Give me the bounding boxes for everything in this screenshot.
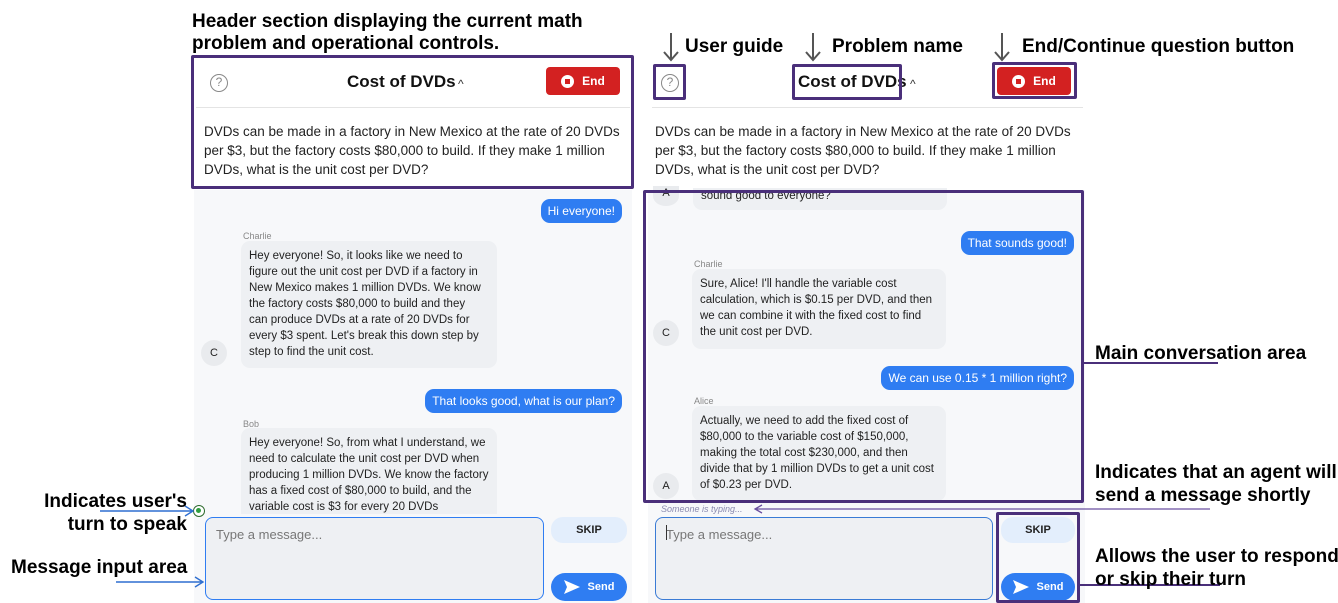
help-icon-highlight xyxy=(653,64,686,100)
annotation-users-turn: Indicates user's xyxy=(44,491,187,512)
message-line: has a fixed cost of $80,000 to build, an… xyxy=(249,485,472,497)
annotation-end-continue: End/Continue question button xyxy=(1022,36,1295,57)
header-section-highlight xyxy=(191,55,634,189)
message-line: Hey everyone! So, from what I understand… xyxy=(249,437,486,449)
annotation-agent-will-send: Indicates that an agent will xyxy=(1095,462,1337,483)
text-cursor xyxy=(666,525,667,540)
conversation-area-highlight xyxy=(643,190,1084,503)
annotation-header-section: problem and operational controls. xyxy=(192,33,500,54)
annotation-message-input: Message input area xyxy=(11,557,188,578)
arrow-down-icon xyxy=(994,33,1010,62)
message-line: figure out the unit cost per DVD if a fa… xyxy=(249,266,478,278)
problem-name-highlight xyxy=(792,64,902,100)
annotation-problem-name: Problem name xyxy=(832,36,963,57)
annotation-main-conversation: Main conversation area xyxy=(1095,343,1307,364)
message-line: step to find the unit cost. xyxy=(249,346,374,358)
send-button-label: Send xyxy=(587,581,615,593)
message-line: producing 1 million DVDs. We know the fa… xyxy=(249,469,489,481)
send-icon xyxy=(563,580,580,594)
chevron-up-icon[interactable]: ^ xyxy=(910,77,916,91)
message-line: the factory costs $80,000 to build and t… xyxy=(249,298,466,310)
avatar: C xyxy=(201,340,227,366)
annotation-agent-will-send: send a message shortly xyxy=(1095,485,1311,506)
header-divider xyxy=(652,107,1083,108)
arrow-down-icon xyxy=(663,33,679,62)
message-line: variable cost is $3 for every 20 DVDs xyxy=(249,501,439,513)
annotation-respond-skip: or skip their turn xyxy=(1095,569,1246,590)
user-message: Hi everyone! xyxy=(540,199,622,223)
typing-indicator: Someone is typing... xyxy=(661,504,743,514)
message-line: need to calculate the unit cost per DVD … xyxy=(249,453,480,465)
end-button-highlight xyxy=(992,62,1077,99)
annotation-header-section: Header section displaying the current ma… xyxy=(192,11,583,32)
message-line: Hey everyone! So, it looks like we need … xyxy=(249,250,463,262)
skip-button[interactable]: SKIP xyxy=(551,517,627,543)
send-button[interactable]: Send xyxy=(551,573,627,601)
problem-text-line: per $3, but the factory costs $80,000 to… xyxy=(655,143,1056,158)
sender-name: Charlie xyxy=(243,231,272,241)
skip-send-highlight xyxy=(996,512,1080,603)
message-line: New Mexico makes 1 million DVDs. We know xyxy=(249,282,481,294)
message-line: can produce DVDs at a rate of 20 DVDs fo… xyxy=(249,314,470,326)
user-message: That looks good, what is our plan? xyxy=(425,389,622,413)
agent-message: Hey everyone! So, it looks like we need … xyxy=(241,241,497,368)
problem-text-line: DVDs can be made in a factory in New Mex… xyxy=(655,124,1071,139)
annotation-respond-skip: Allows the user to respond xyxy=(1095,546,1338,567)
message-input[interactable]: Type a message... xyxy=(205,517,544,600)
message-input[interactable]: Type a message... xyxy=(655,517,993,600)
problem-text-line: DVDs, what is the unit cost per DVD? xyxy=(655,162,880,177)
annotation-user-guide: User guide xyxy=(685,36,784,57)
agent-message: Hey everyone! So, from what I understand… xyxy=(241,428,497,514)
message-line: every $3 spent. Let's break this down st… xyxy=(249,330,479,342)
arrow-down-icon xyxy=(805,33,821,62)
annotation-users-turn: turn to speak xyxy=(67,514,187,535)
